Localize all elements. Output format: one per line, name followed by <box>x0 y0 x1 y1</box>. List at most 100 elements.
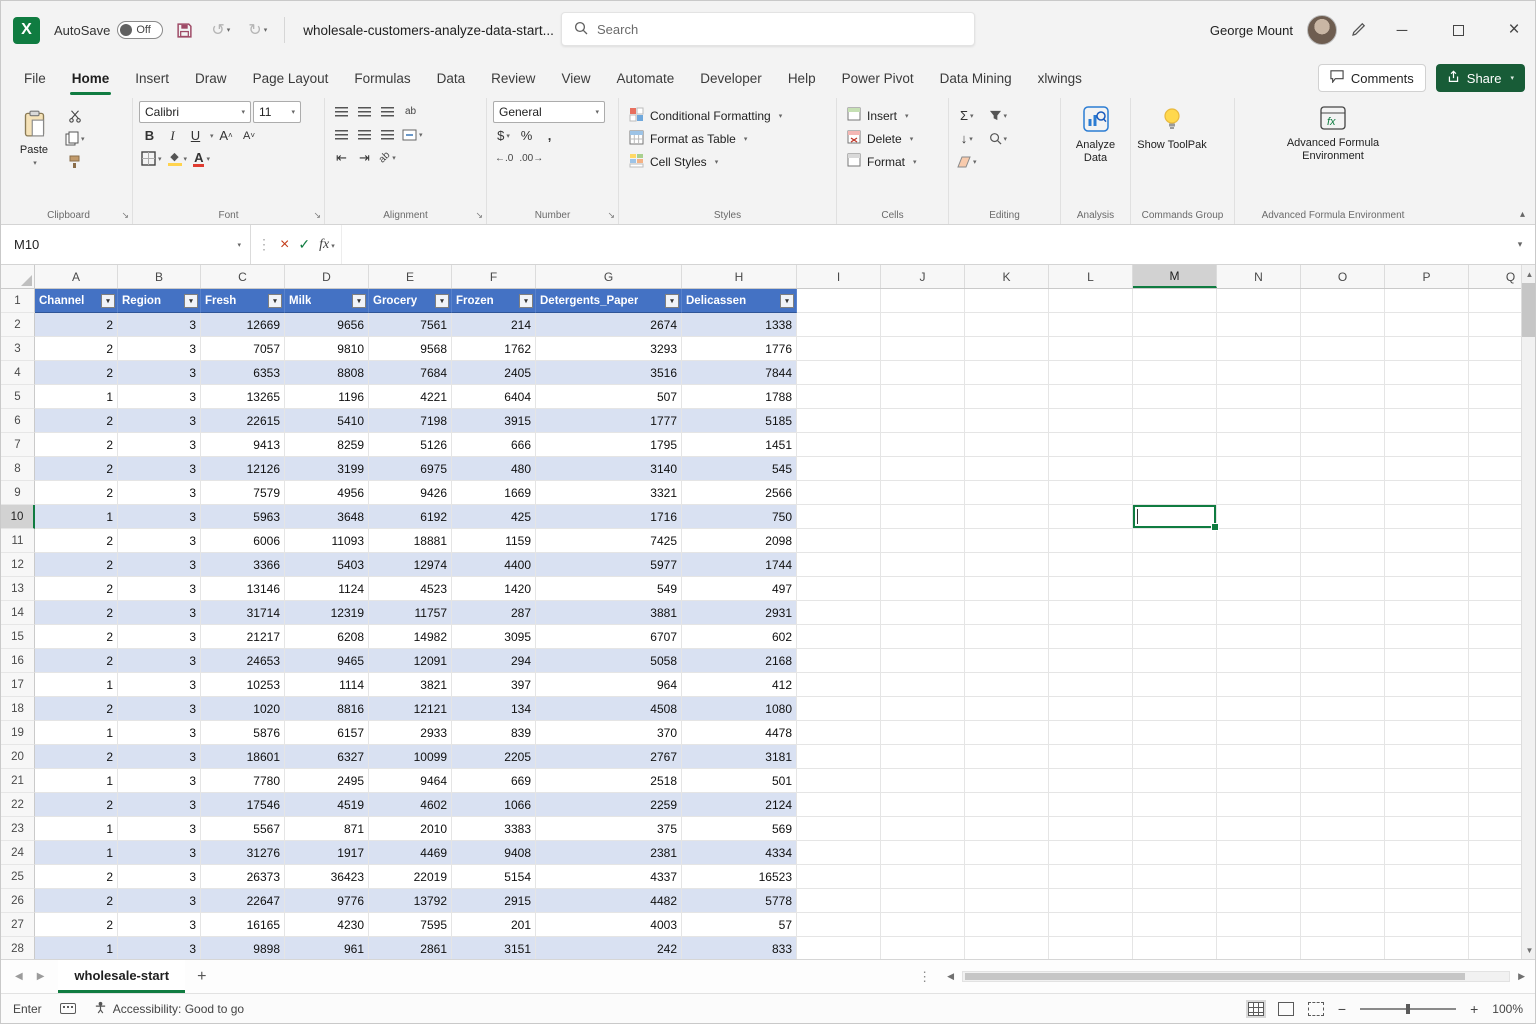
paste-button[interactable]: Paste ▾ <box>11 105 57 169</box>
cell-B16[interactable]: 3 <box>118 649 201 673</box>
cell-O15[interactable] <box>1301 625 1385 649</box>
cell-J4[interactable] <box>881 361 965 385</box>
column-header-I[interactable]: I <box>797 265 881 288</box>
cell-O6[interactable] <box>1301 409 1385 433</box>
cell-G11[interactable]: 7425 <box>536 529 682 553</box>
cell-H10[interactable]: 750 <box>682 505 797 529</box>
cell-L11[interactable] <box>1049 529 1133 553</box>
cell-A25[interactable]: 2 <box>35 865 118 889</box>
cell-O7[interactable] <box>1301 433 1385 457</box>
cell-M17[interactable] <box>1133 673 1217 697</box>
cell-D17[interactable]: 1114 <box>285 673 369 697</box>
conditional-formatting-button[interactable]: Conditional Formatting▾ <box>625 105 786 126</box>
align-center-button[interactable] <box>354 124 375 145</box>
dialog-launcher-icon[interactable]: ↘ <box>607 210 615 221</box>
insert-function-icon[interactable]: fx▾ <box>319 237 335 253</box>
row-header-23[interactable]: 23 <box>1 817 35 841</box>
column-header-N[interactable]: N <box>1217 265 1301 288</box>
cell-I23[interactable] <box>797 817 881 841</box>
cell-A5[interactable]: 1 <box>35 385 118 409</box>
cell-E23[interactable]: 2010 <box>369 817 452 841</box>
cell-E27[interactable]: 7595 <box>369 913 452 937</box>
cell-Q25[interactable] <box>1469 865 1521 889</box>
middle-align-button[interactable] <box>354 101 375 122</box>
scroll-up-icon[interactable]: ▲ <box>1522 265 1535 283</box>
bottom-align-button[interactable] <box>377 101 398 122</box>
cell-B20[interactable]: 3 <box>118 745 201 769</box>
cell-D28[interactable]: 961 <box>285 937 369 959</box>
cell-Q11[interactable] <box>1469 529 1521 553</box>
cell-P21[interactable] <box>1385 769 1469 793</box>
cell-N11[interactable] <box>1217 529 1301 553</box>
cell-P4[interactable] <box>1385 361 1469 385</box>
cell-H11[interactable]: 2098 <box>682 529 797 553</box>
cell-J8[interactable] <box>881 457 965 481</box>
cell-K3[interactable] <box>965 337 1049 361</box>
cell-B13[interactable]: 3 <box>118 577 201 601</box>
cell-B11[interactable]: 3 <box>118 529 201 553</box>
cell-N15[interactable] <box>1217 625 1301 649</box>
analyze-data-button[interactable]: Analyze Data <box>1067 101 1124 166</box>
cut-button[interactable] <box>63 105 87 126</box>
cell-G20[interactable]: 2767 <box>536 745 682 769</box>
merge-center-button[interactable]: ▾ <box>400 124 425 145</box>
cell-E2[interactable]: 7561 <box>369 313 452 337</box>
format-painter-button[interactable] <box>63 151 87 172</box>
cell-A4[interactable]: 2 <box>35 361 118 385</box>
cell-I2[interactable] <box>797 313 881 337</box>
cell-H19[interactable]: 4478 <box>682 721 797 745</box>
cell-F7[interactable]: 666 <box>452 433 536 457</box>
row-header-19[interactable]: 19 <box>1 721 35 745</box>
cell-D25[interactable]: 36423 <box>285 865 369 889</box>
cell-B7[interactable]: 3 <box>118 433 201 457</box>
cell-A21[interactable]: 1 <box>35 769 118 793</box>
cell-H6[interactable]: 5185 <box>682 409 797 433</box>
cell-P16[interactable] <box>1385 649 1469 673</box>
cell-I26[interactable] <box>797 889 881 913</box>
cell-Q10[interactable] <box>1469 505 1521 529</box>
column-header-P[interactable]: P <box>1385 265 1469 288</box>
cell-D7[interactable]: 8259 <box>285 433 369 457</box>
cell-L1[interactable] <box>1049 289 1133 313</box>
filter-button[interactable]: ▾ <box>184 294 198 308</box>
cell-B14[interactable]: 3 <box>118 601 201 625</box>
cell-I27[interactable] <box>797 913 881 937</box>
excel-logo-icon[interactable]: X <box>13 17 40 44</box>
cell-Q28[interactable] <box>1469 937 1521 959</box>
next-sheet-icon[interactable]: ▶ <box>37 971 45 982</box>
cell-O2[interactable] <box>1301 313 1385 337</box>
cell-B24[interactable]: 3 <box>118 841 201 865</box>
cell-E16[interactable]: 12091 <box>369 649 452 673</box>
cell-K6[interactable] <box>965 409 1049 433</box>
cell-H17[interactable]: 412 <box>682 673 797 697</box>
cell-A10[interactable]: 1 <box>35 505 118 529</box>
cell-H1[interactable]: Delicassen▾ <box>682 289 797 313</box>
cell-L4[interactable] <box>1049 361 1133 385</box>
cell-C19[interactable]: 5876 <box>201 721 285 745</box>
row-header-8[interactable]: 8 <box>1 457 35 481</box>
cell-F23[interactable]: 3383 <box>452 817 536 841</box>
cell-B15[interactable]: 3 <box>118 625 201 649</box>
cell-F24[interactable]: 9408 <box>452 841 536 865</box>
document-title[interactable]: wholesale-customers-analyze-data-start..… <box>303 23 566 38</box>
cell-P19[interactable] <box>1385 721 1469 745</box>
cell-C26[interactable]: 22647 <box>201 889 285 913</box>
cell-L27[interactable] <box>1049 913 1133 937</box>
cell-Q20[interactable] <box>1469 745 1521 769</box>
scrollbar-splitter-icon[interactable]: ⋮ <box>906 960 943 993</box>
cell-G28[interactable]: 242 <box>536 937 682 959</box>
cell-G22[interactable]: 2259 <box>536 793 682 817</box>
cell-J22[interactable] <box>881 793 965 817</box>
column-header-L[interactable]: L <box>1049 265 1133 288</box>
cell-F14[interactable]: 287 <box>452 601 536 625</box>
cell-H16[interactable]: 2168 <box>682 649 797 673</box>
cell-K9[interactable] <box>965 481 1049 505</box>
format-as-table-button[interactable]: Format as Table▾ <box>625 128 786 149</box>
cell-M15[interactable] <box>1133 625 1217 649</box>
cell-C6[interactable]: 22615 <box>201 409 285 433</box>
decrease-decimal-button[interactable]: .00→ <box>517 148 545 169</box>
cell-I17[interactable] <box>797 673 881 697</box>
cell-O17[interactable] <box>1301 673 1385 697</box>
cell-G16[interactable]: 5058 <box>536 649 682 673</box>
cell-C27[interactable]: 16165 <box>201 913 285 937</box>
